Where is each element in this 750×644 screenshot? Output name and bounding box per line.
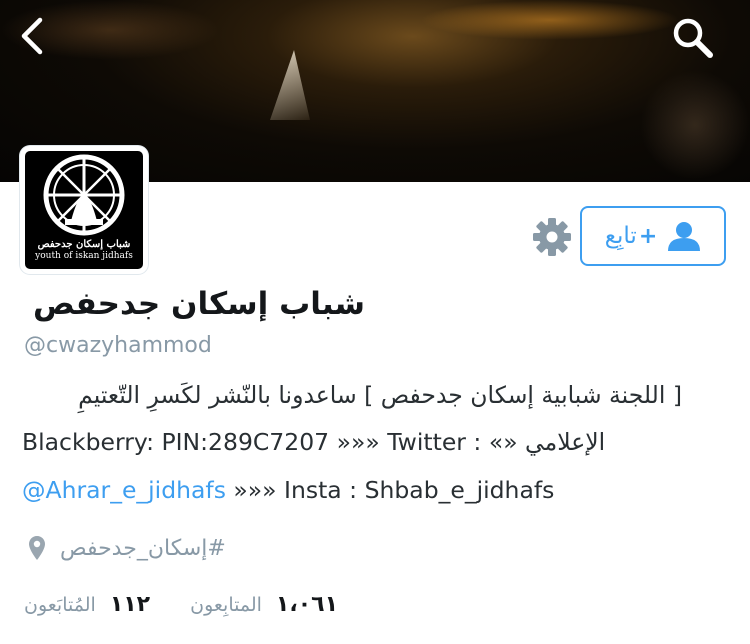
avatar-image: شباب إسكان جدحفص youth of iskan jidhafs	[25, 151, 143, 269]
avatar-logo-emblem	[43, 154, 125, 236]
following-count: ١١٢	[109, 592, 151, 617]
bio-line-1: [ اللجنة شبابية إسكان جدحفص ] ساعدونا با…	[78, 381, 682, 409]
avatar[interactable]: شباب إسكان جدحفص youth of iskan jidhafs	[20, 146, 148, 274]
back-arrow-icon	[21, 17, 43, 55]
add-user-icon	[668, 222, 701, 251]
gear-icon	[533, 218, 571, 256]
follow-button[interactable]: تابِع +	[580, 206, 726, 266]
follow-label: تابِع	[604, 223, 637, 249]
following-label: المُتابَعون	[24, 594, 96, 616]
profile-location: #إسكان_جدحفص	[28, 535, 226, 561]
bio-mention-link[interactable]: @Ahrar_e_jidhafs	[22, 476, 226, 504]
profile-name: شباب إسكان جدحفص	[33, 286, 365, 322]
banner-flame-shape	[270, 50, 310, 120]
avatar-arabic-text: شباب إسكان جدحفص	[37, 239, 131, 250]
bio-line-2-text: Blackberry: PIN:289C7207 »»» Twitter :	[22, 428, 489, 456]
banner-glow	[420, 0, 680, 40]
bio-line-2-arabic: الإعلامي «»	[488, 428, 606, 456]
banner-glow	[640, 70, 750, 180]
search-button[interactable]	[668, 14, 718, 62]
followers-count: ١،٠٦١	[275, 592, 338, 617]
bio-line-3: @Ahrar_e_jidhafs »»» Insta : Shbab_e_jid…	[22, 476, 682, 504]
follow-plus: +	[638, 223, 658, 249]
bio-line-3-text: »»» Insta : Shbab_e_jidhafs	[225, 476, 555, 504]
location-pin-icon	[29, 536, 45, 560]
followers-label: المتابِعون	[190, 594, 262, 616]
followers-stat[interactable]: ١،٠٦١ المتابِعون	[190, 592, 338, 617]
search-icon	[673, 18, 713, 58]
location-text[interactable]: #إسكان_جدحفص	[60, 536, 226, 561]
following-stat[interactable]: ١١٢ المُتابَعون	[24, 592, 150, 617]
settings-button[interactable]	[530, 215, 574, 259]
back-button[interactable]	[14, 16, 54, 56]
profile-stats: ١١٢ المُتابَعون ١،٠٦١ المتابِعون	[24, 592, 338, 617]
profile-handle: @cwazyhammod	[24, 333, 212, 358]
avatar-english-text: youth of iskan jidhafs	[35, 251, 133, 261]
bio-line-2: Blackberry: PIN:289C7207 »»» Twitter : ا…	[22, 428, 682, 456]
